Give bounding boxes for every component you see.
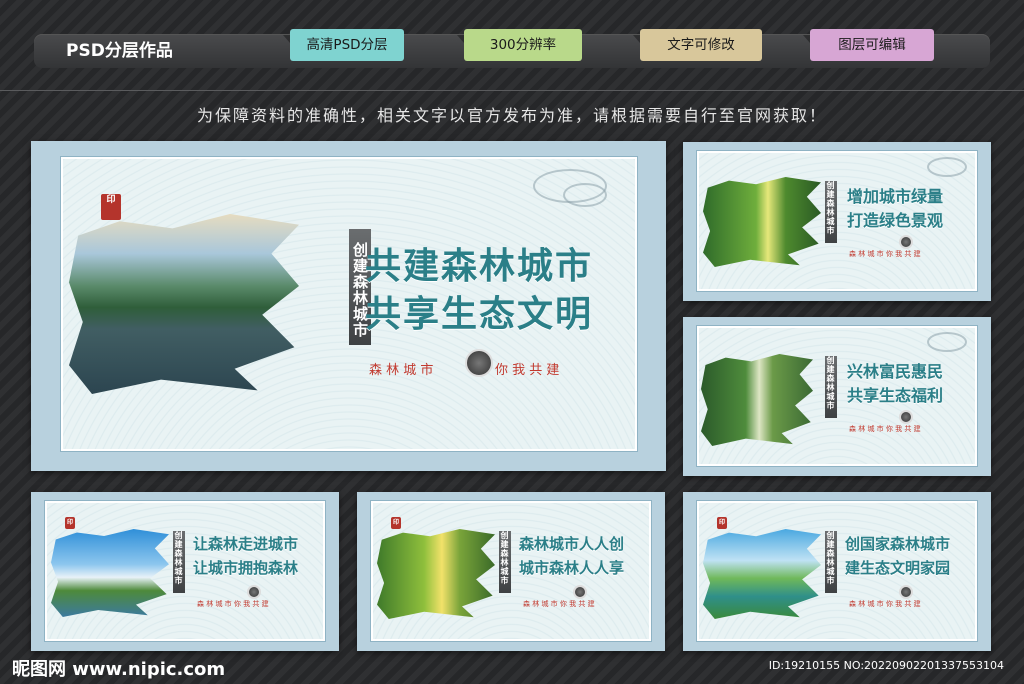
- slogan: 森 林 城 市 你 我 共 建: [849, 600, 921, 608]
- headline-line2: 让城市拥抱森林: [193, 559, 299, 577]
- seal-stamp-icon: 印: [101, 194, 121, 220]
- seal-stamp-icon: 印: [717, 517, 727, 529]
- tree-photo: [377, 529, 495, 619]
- headline-line2: 城市森林人人享: [519, 559, 625, 577]
- slogan: 森 林 城 市 你 我 共 建: [523, 600, 595, 608]
- slogan-left: 森 林 城 市: [369, 363, 434, 378]
- board-5: 印 创建森林城市 创国家森林城市 建生态文明家园 森 林 城 市 你 我 共 建: [683, 492, 991, 651]
- main-board: 印 创建森林城市 共建森林城市 共享生态文明 森 林 城 市 你 我 共 建: [31, 141, 666, 471]
- slogan: 森 林 城 市 你 我 共 建: [197, 600, 269, 608]
- emblem-icon: [247, 585, 261, 599]
- cloud-pattern-icon: [563, 183, 607, 207]
- cloud-pattern-icon: [927, 332, 967, 352]
- board-1: 创建森林城市 增加城市绿量 打造绿色景观 森 林 城 市 你 我 共 建: [683, 142, 991, 301]
- emblem-icon: [465, 349, 493, 377]
- divider: [0, 90, 1024, 91]
- headline-line1: 增加城市绿量: [847, 187, 944, 206]
- headline-line1: 让森林走进城市: [193, 535, 299, 553]
- city-photo: [51, 529, 169, 617]
- headline-line2: 共享生态文明: [365, 293, 594, 335]
- headline-line1: 共建森林城市: [365, 245, 594, 287]
- vertical-title: 创建森林城市: [825, 181, 837, 243]
- vertical-title: 创建森林城市: [825, 531, 837, 593]
- seal-stamp-icon: 印: [65, 517, 75, 529]
- board-5-panel: 印 创建森林城市 创国家森林城市 建生态文明家园 森 林 城 市 你 我 共 建: [696, 500, 978, 642]
- river-photo: [703, 529, 821, 619]
- headline-line1: 兴林富民惠民: [847, 362, 944, 381]
- headline-line2: 打造绿色景观: [847, 211, 944, 230]
- emblem-icon: [573, 585, 587, 599]
- tag-editable-text: 文字可修改: [633, 29, 762, 61]
- board-2: 创建森林城市 兴林富民惠民 共享生态福利 森 林 城 市 你 我 共 建: [683, 317, 991, 476]
- main-board-panel: 印 创建森林城市 共建森林城市 共享生态文明 森 林 城 市 你 我 共 建: [60, 156, 638, 452]
- board-3-panel: 印 创建森林城市 让森林走进城市 让城市拥抱森林 森 林 城 市 你 我 共 建: [44, 500, 326, 642]
- watermark-logo: 昵图网 www.nipic.com: [12, 659, 226, 680]
- slogan: 森 林 城 市 你 我 共 建: [849, 250, 921, 258]
- slogan-right: 你 我 共 建: [495, 363, 560, 378]
- forest-photo: [703, 177, 821, 267]
- tag-resolution: 300分辨率: [457, 29, 582, 61]
- seal-stamp-icon: 印: [391, 517, 401, 529]
- board-4: 印 创建森林城市 森林城市人人创 城市森林人人享 森 林 城 市 你 我 共 建: [357, 492, 665, 651]
- tag-editable-layers: 图层可编辑: [803, 29, 934, 61]
- park-photo: [701, 354, 813, 446]
- slogan: 森 林 城 市 你 我 共 建: [849, 425, 921, 433]
- emblem-icon: [899, 235, 913, 249]
- cloud-pattern-icon: [927, 157, 967, 177]
- image-id: ID:19210155 NO:20220902201337553104: [768, 659, 1004, 672]
- headline-line2: 建生态文明家园: [845, 559, 951, 577]
- vertical-title: 创建森林城市: [173, 531, 185, 593]
- headline-line1: 森林城市人人创: [519, 535, 625, 553]
- vertical-title: 创建森林城市: [499, 531, 511, 593]
- emblem-icon: [899, 585, 913, 599]
- board-1-panel: 创建森林城市 增加城市绿量 打造绿色景观 森 林 城 市 你 我 共 建: [696, 150, 978, 292]
- vertical-title: 创建森林城市: [825, 356, 837, 418]
- board-3: 印 创建森林城市 让森林走进城市 让城市拥抱森林 森 林 城 市 你 我 共 建: [31, 492, 339, 651]
- board-4-panel: 印 创建森林城市 森林城市人人创 城市森林人人享 森 林 城 市 你 我 共 建: [370, 500, 652, 642]
- emblem-icon: [899, 410, 913, 424]
- brand-title: PSD分层作品: [66, 41, 173, 61]
- tag-psd: 高清PSD分层: [283, 29, 404, 61]
- notice-text: 为保障资料的准确性，相关文字以官方发布为准，请根据需要自行至官网获取！: [196, 106, 827, 125]
- headline-line2: 共享生态福利: [847, 386, 944, 405]
- lake-photo: [69, 214, 299, 394]
- headline-line1: 创国家森林城市: [845, 535, 951, 553]
- board-2-panel: 创建森林城市 兴林富民惠民 共享生态福利 森 林 城 市 你 我 共 建: [696, 325, 978, 467]
